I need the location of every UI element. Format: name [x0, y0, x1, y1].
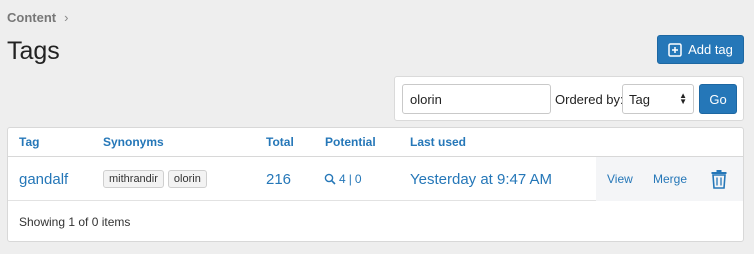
plus-square-icon: [668, 42, 682, 57]
table-header: Tag Synonyms Total Potential Last used: [8, 128, 743, 157]
select-arrows-icon: ▲ ▼: [679, 91, 687, 106]
search-input[interactable]: [402, 84, 551, 114]
go-button[interactable]: Go: [699, 84, 737, 114]
pagination-summary: Showing 1 of 0 items: [19, 215, 131, 229]
total-count[interactable]: 216: [266, 171, 291, 188]
synonym-tag[interactable]: olorin: [167, 170, 207, 188]
breadcrumb: Content ›: [7, 10, 68, 25]
col-last-used[interactable]: Last used: [410, 135, 466, 149]
potential-link[interactable]: 4 | 0: [324, 172, 362, 186]
col-potential[interactable]: Potential: [325, 135, 376, 149]
order-label: Ordered by:: [555, 92, 624, 107]
synonym-tag[interactable]: mithrandir: [103, 170, 164, 188]
breadcrumb-content-link[interactable]: Content: [7, 10, 56, 25]
search-icon: [324, 173, 336, 185]
trash-icon[interactable]: [711, 169, 727, 189]
add-tag-label: Add tag: [688, 42, 733, 57]
col-synonyms[interactable]: Synonyms: [103, 135, 164, 149]
col-total[interactable]: Total: [266, 135, 294, 149]
order-select-value: Tag: [629, 91, 650, 107]
add-tag-button[interactable]: Add tag: [657, 35, 744, 64]
order-select[interactable]: Tag ▲ ▼: [622, 84, 694, 114]
view-link[interactable]: View: [607, 172, 633, 186]
potential-count-b: 0: [354, 172, 362, 186]
page-title: Tags: [7, 37, 60, 65]
potential-separator: |: [348, 172, 352, 186]
tags-table: Tag Synonyms Total Potential Last used g…: [7, 127, 744, 242]
chevron-right-icon: ›: [64, 10, 69, 25]
col-tag[interactable]: Tag: [19, 135, 39, 149]
potential-count-a: 4: [339, 172, 346, 186]
merge-link[interactable]: Merge: [653, 172, 687, 186]
table-row: gandalf mithrandir olorin 216 4 | 0 Yest…: [8, 157, 743, 201]
filter-bar: Ordered by: Tag ▲▼ Go: [394, 76, 744, 121]
last-used-link[interactable]: Yesterday at 9:47 AM: [410, 171, 552, 188]
tag-link[interactable]: gandalf: [19, 171, 68, 188]
